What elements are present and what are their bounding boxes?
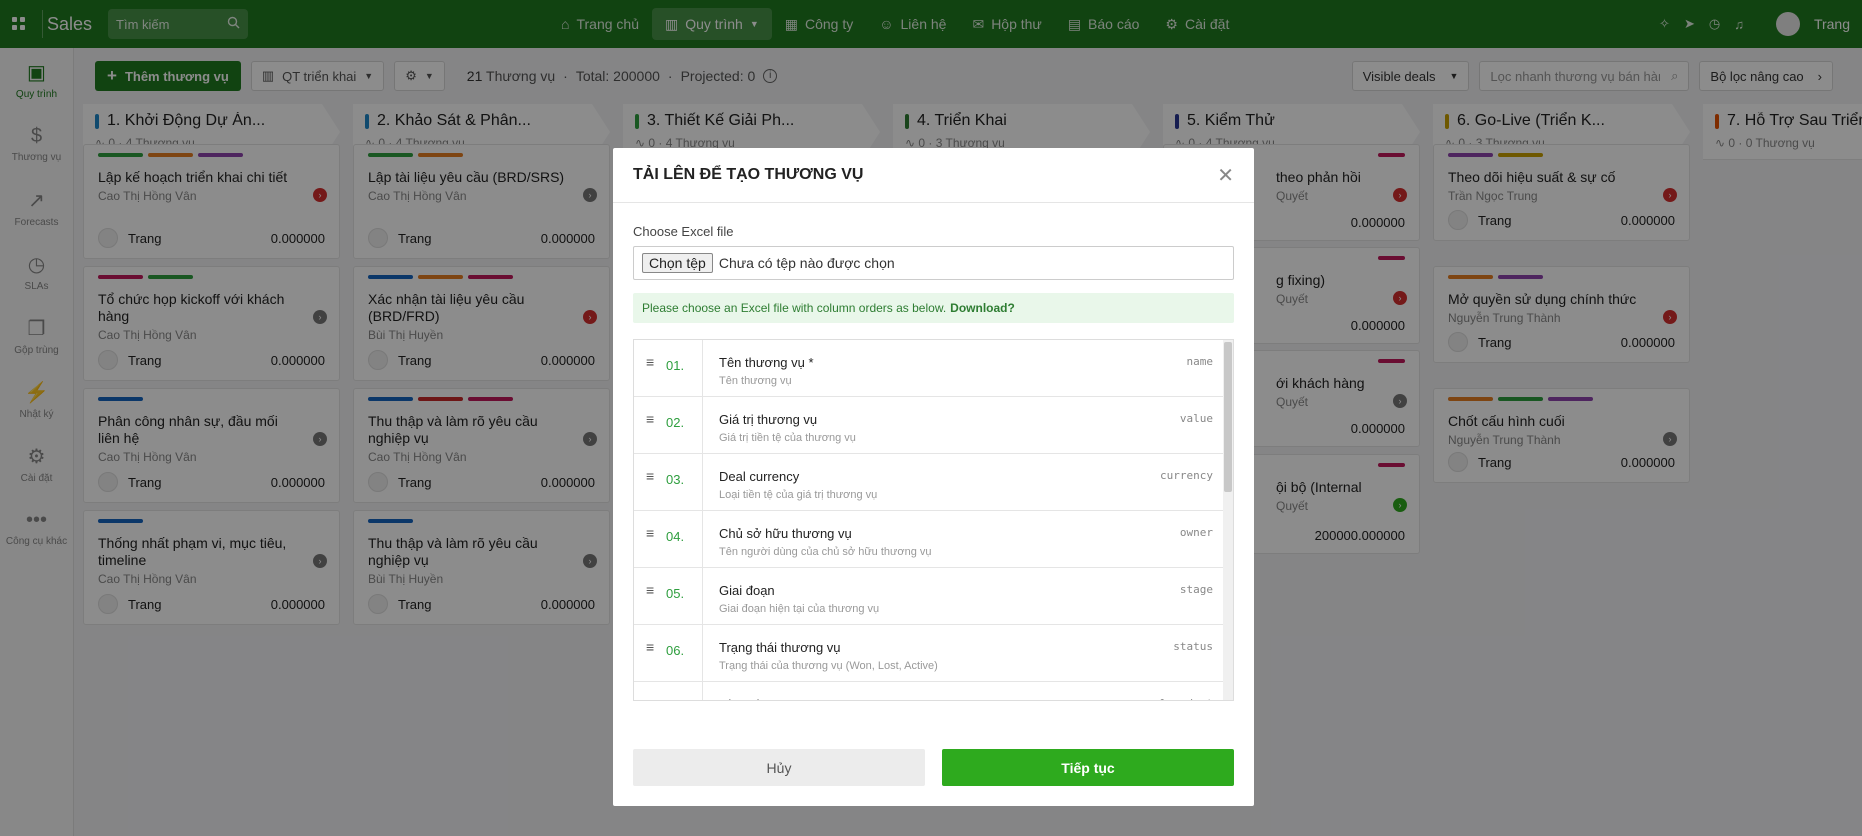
field-key: name: [1186, 355, 1214, 368]
drag-handle-icon[interactable]: ≡: [634, 568, 654, 624]
choose-file-button[interactable]: Chọn tệp: [642, 253, 713, 273]
field-text: Closed at: [703, 682, 774, 700]
list-scrollbar[interactable]: [1223, 340, 1233, 700]
field-description: Trạng thái của thương vụ (Won, Lost, Act…: [719, 660, 938, 672]
field-key: status: [1173, 640, 1213, 653]
field-order: 02.: [654, 397, 703, 453]
field-text: Giai đoạn Giai đoạn hiện tại của thương …: [703, 568, 879, 624]
drag-handle-icon[interactable]: ≡: [634, 511, 654, 567]
field-key: owner: [1179, 526, 1213, 539]
field-name: Giá trị thương vụ: [719, 412, 818, 427]
field-text: Tên thương vụ * Tên thương vụ: [703, 340, 814, 396]
field-order: 05.: [654, 568, 703, 624]
field-key: currency: [1160, 469, 1213, 482]
field-row[interactable]: ≡ 07. Closed at closed_at: [634, 682, 1233, 700]
field-row[interactable]: ≡ 06. Trạng thái thương vụ Trạng thái củ…: [634, 625, 1233, 682]
field-description: Giai đoạn hiện tại của thương vụ: [719, 603, 880, 615]
field-key: value: [1179, 412, 1213, 425]
field-text: Chủ sở hữu thương vụ Tên người dùng của …: [703, 511, 932, 567]
field-description: Loại tiền tệ của giá trị thương vụ: [719, 489, 878, 501]
scrollbar-thumb[interactable]: [1224, 342, 1232, 492]
field-row[interactable]: ≡ 04. Chủ sở hữu thương vụ Tên người dùn…: [634, 511, 1233, 568]
info-alert: Please choose an Excel file with column …: [633, 293, 1234, 323]
field-rows: ≡ 01. Tên thương vụ * Tên thương vụ name…: [634, 340, 1233, 700]
field-description: Tên thương vụ: [719, 375, 792, 387]
field-name: Tên thương vụ *: [719, 355, 814, 370]
cancel-button[interactable]: Hủy: [633, 749, 925, 786]
field-key: stage: [1179, 583, 1213, 596]
field-description: Tên người dùng của chủ sở hữu thương vụ: [719, 546, 932, 558]
excel-file-input[interactable]: Chọn tệp Chưa có tệp nào được chọn: [633, 246, 1234, 280]
continue-button[interactable]: Tiếp tục: [942, 749, 1234, 786]
field-text: Deal currency Loại tiền tệ của giá trị t…: [703, 454, 877, 510]
field-name: Deal currency: [719, 469, 800, 484]
modal-footer: Hủy Tiếp tục: [633, 749, 1234, 786]
modal-header: TẢI LÊN ĐỂ TẠO THƯƠNG VỤ ✕: [613, 148, 1254, 203]
drag-handle-icon[interactable]: ≡: [634, 397, 654, 453]
field-name: Closed at: [719, 697, 774, 700]
file-status-text: Chưa có tệp nào được chọn: [718, 255, 895, 271]
file-field-label: Choose Excel file: [633, 224, 734, 239]
field-row[interactable]: ≡ 05. Giai đoạn Giai đoạn hiện tại của t…: [634, 568, 1233, 625]
field-text: Trạng thái thương vụ Trạng thái của thươ…: [703, 625, 938, 681]
field-order: 03.: [654, 454, 703, 510]
field-description: Giá trị tiền tệ của thương vụ: [719, 432, 856, 444]
field-order: 07.: [654, 682, 703, 700]
close-icon[interactable]: ✕: [1217, 163, 1234, 188]
field-order: 01.: [654, 340, 703, 396]
field-name: Trạng thái thương vụ: [719, 640, 841, 655]
drag-handle-icon[interactable]: ≡: [634, 340, 654, 396]
info-alert-text: Please choose an Excel file with column …: [642, 301, 947, 315]
drag-handle-icon[interactable]: ≡: [634, 454, 654, 510]
field-name: Chủ sở hữu thương vụ: [719, 526, 852, 541]
field-row[interactable]: ≡ 02. Giá trị thương vụ Giá trị tiền tệ …: [634, 397, 1233, 454]
field-order: 06.: [654, 625, 703, 681]
field-row[interactable]: ≡ 03. Deal currency Loại tiền tệ của giá…: [634, 454, 1233, 511]
modal-title: TẢI LÊN ĐỂ TẠO THƯƠNG VỤ: [633, 166, 864, 183]
download-template-link[interactable]: Download?: [950, 301, 1015, 315]
field-order: 04.: [654, 511, 703, 567]
drag-handle-icon[interactable]: ≡: [634, 625, 654, 681]
drag-handle-icon[interactable]: ≡: [634, 682, 654, 700]
field-text: Giá trị thương vụ Giá trị tiền tệ của th…: [703, 397, 856, 453]
field-key: closed_at: [1153, 697, 1213, 700]
column-order-list: ≡ 01. Tên thương vụ * Tên thương vụ name…: [633, 339, 1234, 701]
field-name: Giai đoạn: [719, 583, 775, 598]
upload-deals-modal: TẢI LÊN ĐỂ TẠO THƯƠNG VỤ ✕ Choose Excel …: [613, 148, 1254, 806]
field-row[interactable]: ≡ 01. Tên thương vụ * Tên thương vụ name: [634, 340, 1233, 397]
